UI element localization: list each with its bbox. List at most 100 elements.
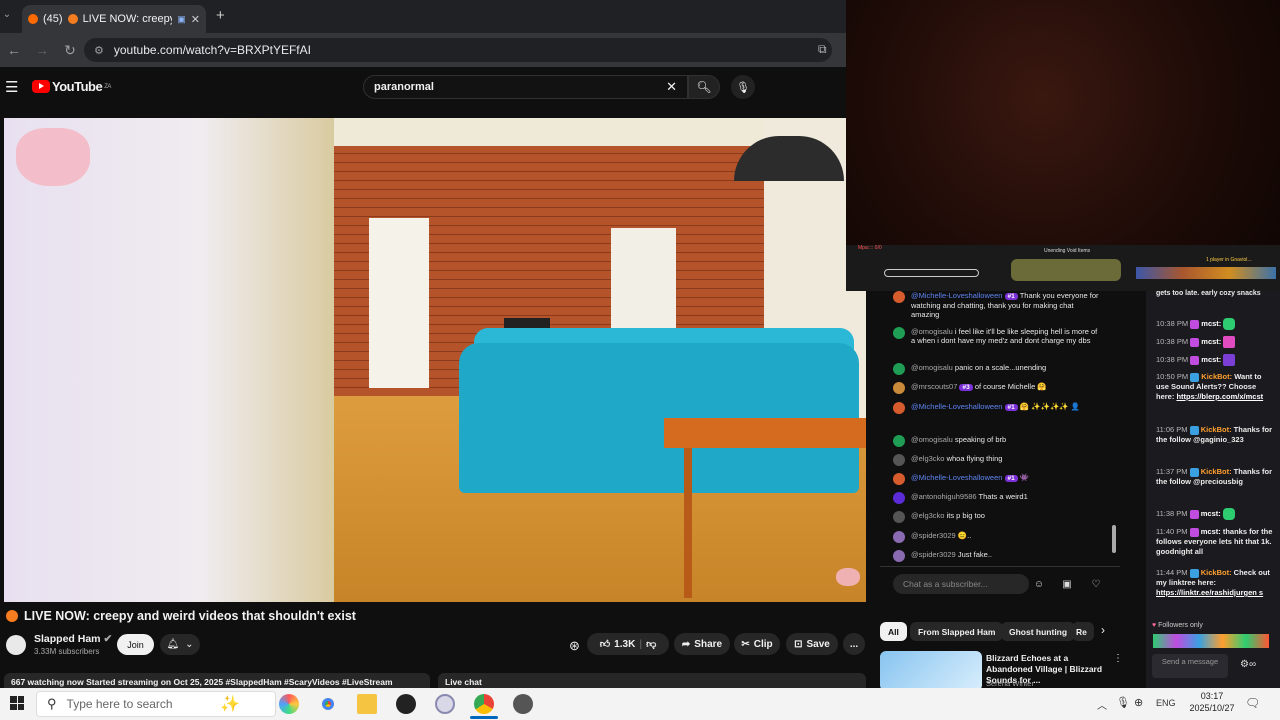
chat-text: of course Michelle 🤗 <box>974 382 1047 391</box>
chat-username[interactable]: @antonohiguh9586 <box>911 492 977 501</box>
youtube-logo[interactable]: YouTube ZA <box>32 79 111 94</box>
app-icon[interactable] <box>513 694 533 714</box>
install-app-icon[interactable]: ⧉ <box>818 42 827 57</box>
kick-message: 10:50 PM KickBot: Want to use Sound Aler… <box>1156 372 1276 402</box>
kick-message: gets too late. early cozy snacks <box>1156 290 1261 297</box>
site-info-icon[interactable]: ⚙ <box>94 44 104 57</box>
share-button[interactable]: ➦ Share <box>674 633 730 655</box>
voice-search-button[interactable]: 🎙︎ <box>731 75 755 99</box>
logo-text: YouTube <box>52 79 103 94</box>
divider: | <box>639 638 643 650</box>
region-code: ZA <box>104 83 111 90</box>
kick-username[interactable]: mcst: <box>1201 509 1221 518</box>
new-tab-button[interactable]: + <box>216 7 225 24</box>
taskbar-search-input[interactable]: ⚲ Type here to search <box>36 691 276 717</box>
more-vertical-icon[interactable]: ⋮ <box>1113 653 1123 664</box>
notifications-icon[interactable]: 🗨︎ <box>1245 696 1260 710</box>
tray-chevron-up-icon[interactable]: ︿ <box>1097 697 1107 712</box>
chat-username[interactable]: @omogisalu <box>911 327 953 336</box>
photos-app-icon[interactable] <box>279 694 299 714</box>
like-button[interactable]: 👍︎ 1.3K | 👎︎ <box>587 633 669 655</box>
kick-username[interactable]: mcst: <box>1201 337 1221 346</box>
browser-tab[interactable]: (45) LIVE NOW: creepy ▣ ✕ <box>22 5 206 33</box>
chat-username[interactable]: @omogisalu <box>911 435 953 444</box>
forward-icon[interactable]: → <box>28 42 56 58</box>
more-actions-button[interactable]: ... <box>843 633 865 655</box>
chat-message: @elg3cko its p big too <box>893 511 1103 523</box>
chrome-icon[interactable] <box>318 694 338 714</box>
url-bar[interactable]: ⚙ youtube.com/watch?v=BRXPtYEFfAI <box>84 38 832 62</box>
chat-scrollbar[interactable] <box>1112 525 1116 553</box>
kick-link[interactable]: https://blerp.com/x/mcst <box>1176 392 1263 401</box>
microphone-icon[interactable]: 🎙︎ <box>1116 696 1130 709</box>
clear-search-icon[interactable]: ✕ <box>666 79 677 95</box>
tab-list-chevron-icon[interactable]: ⌄ <box>0 9 14 20</box>
file-explorer-icon[interactable] <box>357 694 377 714</box>
followers-only-notice: ♥ Followers only <box>1152 622 1203 629</box>
chip-more[interactable]: Re <box>1072 622 1094 641</box>
chip-all[interactable]: All <box>880 622 907 641</box>
chat-message: @omogisalu speaking of brb <box>893 435 1103 447</box>
kick-emote-bar[interactable] <box>1153 634 1269 648</box>
chip-ghost-hunting[interactable]: Ghost hunting <box>1001 622 1076 641</box>
channel-name[interactable]: Slapped Ham ✔ <box>34 633 112 645</box>
save-button[interactable]: ⊡ Save <box>786 633 838 655</box>
game-hud-overlay: Mpa:::: 0/0 Unending Void Items 1 player… <box>846 245 1280 291</box>
search-button[interactable]: 🔍︎ <box>688 75 720 99</box>
chat-username[interactable]: @elg3cko <box>911 511 944 520</box>
recommended-channel: Serena Winter <box>986 679 1034 688</box>
description-box[interactable]: 667 watching now Started streaming on Oc… <box>4 673 430 689</box>
windows-start-icon[interactable] <box>10 696 24 710</box>
kick-username[interactable]: mcst: <box>1201 319 1221 328</box>
video-player[interactable] <box>4 118 866 602</box>
clip-button[interactable]: ✂ Clip <box>734 633 780 655</box>
app-icon[interactable] <box>435 694 455 714</box>
recommended-thumbnail[interactable] <box>880 651 982 691</box>
thumbs-down-icon: 👎︎ <box>646 639 657 650</box>
back-icon[interactable]: ← <box>0 42 28 58</box>
chrome-active-icon[interactable] <box>474 694 494 714</box>
member-badge: #3 <box>959 384 973 391</box>
chat-username[interactable]: @spider3029 <box>911 550 956 559</box>
kick-username[interactable]: mcst: <box>1201 355 1221 364</box>
chat-username[interactable]: @Michelle-Loveshalloween <box>911 291 1002 300</box>
like-count: 1.3K <box>614 638 636 650</box>
emoji-button[interactable]: ☺ <box>1030 575 1048 593</box>
chat-username[interactable]: @Michelle-Loveshalloween <box>911 473 1002 482</box>
reload-icon[interactable]: ↻ <box>56 42 84 59</box>
taskbar-clock[interactable]: 03:17 2025/10/27 <box>1188 690 1236 714</box>
search-input[interactable]: paranormal ✕ <box>363 75 688 99</box>
kick-username[interactable]: KickBot: <box>1201 425 1232 434</box>
chat-username[interactable]: @spider3029 <box>911 531 956 540</box>
video-scene-table-leg <box>684 448 692 598</box>
kick-username[interactable]: mcst: <box>1201 527 1221 536</box>
tab-close-icon[interactable]: ✕ <box>191 13 200 26</box>
emote-icon <box>1223 318 1236 330</box>
channel-avatar[interactable] <box>6 635 26 655</box>
chevron-right-icon[interactable]: › <box>1101 623 1105 637</box>
chat-avatar <box>893 382 905 394</box>
menu-icon[interactable]: ☰ <box>5 78 18 96</box>
kick-username[interactable]: KickBot: <box>1201 568 1232 577</box>
chat-input[interactable]: Chat as a subscriber... <box>893 574 1029 594</box>
join-button[interactable]: Join <box>117 634 154 655</box>
obs-icon[interactable] <box>396 694 416 714</box>
chat-username[interactable]: @Michelle-Loveshalloween <box>911 402 1002 411</box>
chat-username[interactable]: @omogisalu <box>911 363 953 372</box>
chat-username[interactable]: @elg3cko <box>911 454 944 463</box>
super-chat-button[interactable]: ▣ <box>1058 575 1076 593</box>
kick-settings-icon[interactable]: ⚙∞ <box>1240 659 1256 670</box>
tab-title: LIVE NOW: creepy <box>82 13 173 25</box>
chat-username[interactable]: @mrscouts07 <box>911 382 957 391</box>
video-scene-left-wall <box>4 118 334 602</box>
network-icon[interactable]: ⊕ <box>1134 696 1143 709</box>
kick-username[interactable]: KickBot: <box>1201 467 1232 476</box>
language-indicator[interactable]: ENG <box>1156 698 1176 708</box>
kick-message-input[interactable]: Send a message <box>1152 654 1228 678</box>
notification-bell-button[interactable]: 🔔︎ ⌄ <box>160 634 200 655</box>
chip-from-channel[interactable]: From Slapped Ham <box>910 622 1004 641</box>
kick-link[interactable]: https://linktr.ee/rashidjurgen s <box>1156 588 1263 597</box>
scissors-icon: ✂ <box>741 638 750 650</box>
heart-button[interactable]: ♡ <box>1087 575 1105 593</box>
kick-username[interactable]: KickBot: <box>1201 372 1232 381</box>
